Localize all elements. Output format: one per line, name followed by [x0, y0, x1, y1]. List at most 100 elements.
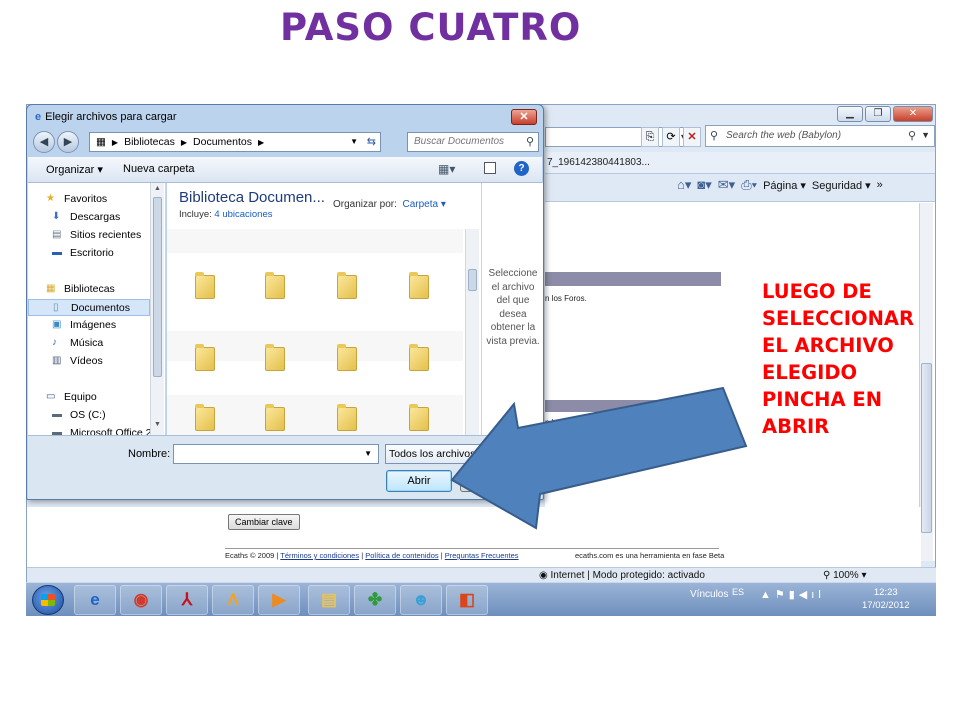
- office-icon[interactable]: ◧: [446, 585, 488, 615]
- security-zone: ◉ Internet | Modo protegido: activado: [539, 570, 705, 581]
- folder-icon[interactable]: [265, 272, 285, 299]
- folder-icon[interactable]: [337, 404, 357, 431]
- maximize-icon[interactable]: ❐: [865, 106, 891, 122]
- search-input[interactable]: Buscar Documentos ⚲: [407, 132, 539, 152]
- tray-icons[interactable]: ▲⚑▮◀ıl: [760, 588, 825, 601]
- breadcrumb-bibliotecas[interactable]: Bibliotecas: [124, 136, 175, 148]
- compat-view-icon[interactable]: ⎘: [641, 127, 659, 147]
- locations-link[interactable]: 4 ubicaciones: [214, 209, 272, 220]
- drive-icon: ▬: [52, 427, 62, 435]
- help-icon[interactable]: ?: [514, 161, 529, 176]
- folder-icon[interactable]: [265, 344, 285, 371]
- close-icon[interactable]: ✕: [511, 109, 537, 125]
- clock[interactable]: 12:23 17/02/2012: [862, 586, 910, 612]
- chrome-icon[interactable]: ◉: [120, 585, 162, 615]
- nav-imagenes[interactable]: ▣ Imágenes: [28, 317, 150, 334]
- file-explorer-icon[interactable]: ▤: [308, 585, 350, 615]
- pointer-arrow: [450, 386, 748, 530]
- chevron-down-icon[interactable]: ▼: [364, 449, 372, 458]
- print-icon[interactable]: ⎙▾: [741, 177, 757, 193]
- folder-icon[interactable]: [195, 272, 215, 299]
- scroll-down-icon[interactable]: ▼: [154, 421, 161, 428]
- stop-icon[interactable]: ✕: [683, 127, 701, 147]
- chevron-right-icon[interactable]: ▶: [181, 138, 187, 147]
- mail-icon[interactable]: ✉▾: [718, 177, 735, 193]
- zoom-control[interactable]: ⚲ 100% ▾: [823, 570, 867, 581]
- nav-favoritos[interactable]: ★ Favoritos: [28, 191, 150, 208]
- page-scrollbar[interactable]: [919, 203, 933, 561]
- library-title: Biblioteca Documen...: [179, 189, 325, 206]
- breadcrumb-documentos[interactable]: Documentos: [193, 136, 252, 148]
- change-password-button[interactable]: Cambiar clave: [228, 514, 300, 530]
- terms-link[interactable]: Términos y condiciones: [280, 551, 359, 560]
- refresh-icon[interactable]: ⟳: [662, 127, 680, 147]
- messenger-icon[interactable]: ☻: [400, 585, 442, 615]
- chevron-right-icon[interactable]: ▶: [258, 138, 264, 147]
- nav-videos[interactable]: ▥ Vídeos: [28, 353, 150, 370]
- folder-icon[interactable]: [337, 272, 357, 299]
- new-folder-button[interactable]: Nueva carpeta: [123, 163, 195, 175]
- page-menu[interactable]: Página ▾: [763, 179, 806, 192]
- faq-link[interactable]: Preguntas Frecuentes: [445, 551, 519, 560]
- search-go-icon[interactable]: ⚲: [908, 129, 916, 142]
- content-policy-link[interactable]: Política de contenidos: [365, 551, 438, 560]
- nav-scrollbar[interactable]: ▲ ▼: [150, 183, 164, 435]
- language-indicator[interactable]: ES: [732, 587, 744, 597]
- nav-descargas[interactable]: ⬇ Descargas: [28, 209, 150, 226]
- preview-pane-icon[interactable]: [484, 162, 496, 174]
- media-player-icon[interactable]: ▶: [258, 585, 300, 615]
- internet-explorer-icon[interactable]: e: [74, 585, 116, 615]
- scrollbar-thumb[interactable]: [468, 269, 477, 291]
- more-icon[interactable]: »: [877, 179, 883, 191]
- back-icon[interactable]: ◀: [33, 131, 55, 153]
- nav-documentos[interactable]: ▯ Documentos: [28, 299, 150, 316]
- game-icon[interactable]: ✤: [354, 585, 396, 615]
- acrobat-icon[interactable]: ⅄: [166, 585, 208, 615]
- security-menu[interactable]: Seguridad ▾: [812, 179, 871, 192]
- arrange-by-dropdown[interactable]: Carpeta ▾: [402, 199, 445, 210]
- links-toolbar[interactable]: Vínculos: [690, 589, 728, 600]
- forward-icon[interactable]: ▶: [57, 131, 79, 153]
- folder-icon[interactable]: [409, 344, 429, 371]
- scrollbar-thumb[interactable]: [921, 363, 932, 533]
- avast-icon[interactable]: Λ: [212, 585, 254, 615]
- close-icon[interactable]: ✕: [893, 106, 933, 122]
- folder-icon[interactable]: [195, 404, 215, 431]
- folder-icon[interactable]: [409, 404, 429, 431]
- tab-bar: 7_196142380441803...: [545, 152, 935, 174]
- nav-os-c[interactable]: ▬ OS (C:): [28, 407, 150, 424]
- video-icon: ▥: [52, 355, 62, 366]
- nav-escritorio[interactable]: ▬ Escritorio: [28, 245, 150, 262]
- nav-sitios-recientes[interactable]: ▤ Sitios recientes: [28, 227, 150, 244]
- folder-grid: [167, 229, 463, 435]
- web-search-input[interactable]: ⚲ Search the web (Babylon) ⚲ ▼: [705, 125, 935, 147]
- footer-beta-note: ecaths.com es una herramienta en fase Be…: [575, 551, 725, 560]
- chevron-down-icon[interactable]: ▼: [921, 130, 930, 140]
- refresh-icon[interactable]: ⇆: [367, 135, 376, 148]
- nav-equipo[interactable]: ▭ Equipo: [28, 389, 150, 406]
- filename-input[interactable]: ▼: [173, 444, 379, 464]
- feeds-icon[interactable]: ◙▾: [697, 177, 711, 193]
- nav-bibliotecas[interactable]: ▦ Bibliotecas: [28, 281, 150, 298]
- scroll-up-icon[interactable]: ▲: [154, 185, 161, 192]
- nav-microsoft-office[interactable]: ▬ Microsoft Office 2: [28, 425, 152, 435]
- breadcrumb[interactable]: ▦ ▶ Bibliotecas ▶ Documentos ▶ ▼ ⇆: [89, 132, 381, 152]
- tab-title[interactable]: 7_196142380441803...: [547, 157, 650, 168]
- documents-icon: ▯: [53, 302, 59, 313]
- chevron-down-icon[interactable]: ▼: [350, 137, 358, 146]
- folder-icon[interactable]: [195, 344, 215, 371]
- dialog-toolbar: Organizar ▾ Nueva carpeta ▦▾ ?: [28, 157, 542, 183]
- nav-musica[interactable]: ♪ Música: [28, 335, 150, 352]
- folder-icon[interactable]: [409, 272, 429, 299]
- organize-button[interactable]: Organizar ▾: [46, 163, 103, 176]
- folder-icon[interactable]: [337, 344, 357, 371]
- folder-icon[interactable]: [265, 404, 285, 431]
- scrollbar-thumb[interactable]: [153, 197, 162, 377]
- page-snippet: n los Foros.: [545, 294, 587, 303]
- window-controls: ▁ ❐ ✕: [837, 106, 933, 122]
- view-options-icon[interactable]: ▦▾: [438, 162, 455, 176]
- start-button[interactable]: [32, 585, 64, 615]
- minimize-icon[interactable]: ▁: [837, 106, 863, 122]
- chevron-right-icon: ▶: [111, 138, 119, 147]
- home-icon[interactable]: ⌂▾: [677, 177, 691, 193]
